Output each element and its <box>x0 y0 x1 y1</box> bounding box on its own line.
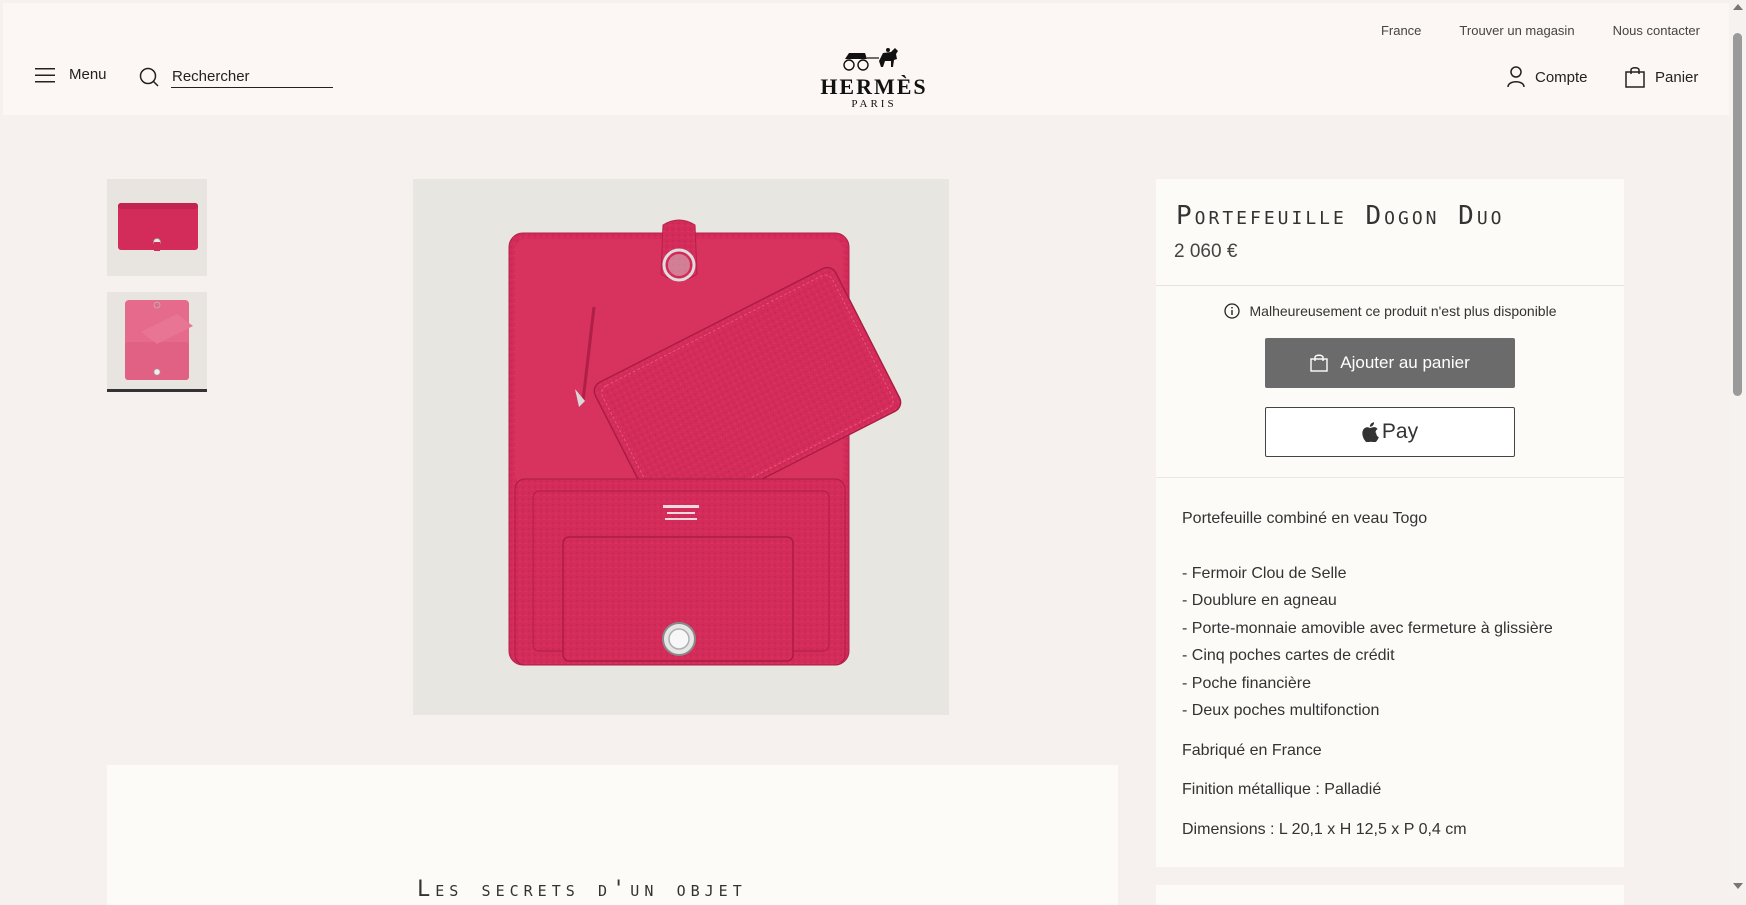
secondary-panel <box>1156 885 1624 905</box>
page-scrollbar[interactable] <box>1729 0 1746 895</box>
apple-pay-button[interactable]: Pay <box>1265 407 1515 457</box>
feature-item: - Doublure en agneau <box>1182 592 1337 609</box>
story-title: Les secrets d'un objet <box>417 877 747 902</box>
cart-label: Panier <box>1655 68 1699 86</box>
account-label: Compte <box>1535 68 1588 86</box>
wallet-open-thumbnail <box>125 300 193 380</box>
product-title: Portefeuille Dogon Duo <box>1176 201 1505 231</box>
apple-icon <box>1362 422 1379 442</box>
logo-city: PARIS <box>851 98 897 110</box>
feature-item: - Porte-monnaie amovible avec fermeture … <box>1182 619 1553 637</box>
availability-text: Malheureusement ce produit n'est plus di… <box>1249 303 1557 319</box>
search-box <box>139 66 333 88</box>
menu-button[interactable]: Menu <box>35 66 107 83</box>
country-link[interactable]: France <box>1381 23 1421 38</box>
scroll-down-arrow-icon[interactable] <box>1733 883 1743 889</box>
feature-item: - Poche financière <box>1182 674 1311 692</box>
feature-item: - Cinq poches cartes de crédit <box>1182 647 1395 664</box>
menu-label: Menu <box>69 66 107 83</box>
wallet-closed-thumbnail <box>118 203 198 251</box>
feature-item: - Fermoir Clou de Selle <box>1182 564 1347 582</box>
hermes-logo[interactable]: HERMÈS PARIS <box>819 47 929 110</box>
carriage-logo-icon <box>843 48 898 71</box>
made-in: Fabriqué en France <box>1182 741 1322 759</box>
main-product-image[interactable] <box>413 179 949 715</box>
product-price: 2 060 € <box>1174 241 1238 262</box>
info-icon <box>1223 303 1240 319</box>
dimensions: Dimensions : L 20,1 x H 12,5 x P 0,4 cm <box>1182 820 1467 838</box>
product-header: Portefeuille Dogon Duo 2 060 € <box>1156 179 1624 286</box>
contact-link[interactable]: Nous contacter <box>1613 23 1700 38</box>
scroll-up-arrow-icon[interactable] <box>1733 4 1743 10</box>
shopping-bag-icon <box>1625 67 1645 88</box>
search-icon[interactable] <box>139 67 159 87</box>
feature-item: - Deux poches multifonction <box>1182 702 1380 719</box>
hamburger-icon <box>35 67 55 82</box>
availability-notice: Malheureusement ce produit n'est plus di… <box>1156 303 1624 319</box>
account-button[interactable]: Compte <box>1507 66 1588 88</box>
store-locator-link[interactable]: Trouver un magasin <box>1459 23 1574 38</box>
shopping-bag-icon <box>1310 354 1328 372</box>
thumbnail-open[interactable] <box>107 292 207 392</box>
product-description: Portefeuille combiné en veau Togo - Ferm… <box>1182 505 1612 843</box>
scrollbar-thumb[interactable] <box>1733 33 1742 396</box>
user-icon <box>1507 66 1525 88</box>
add-to-cart-label: Ajouter au panier <box>1340 353 1470 372</box>
story-section: Les secrets d'un objet <box>107 765 1118 905</box>
product-info-panel: Portefeuille Dogon Duo 2 060 € Malheureu… <box>1156 179 1624 867</box>
description-intro: Portefeuille combiné en veau Togo <box>1182 510 1428 527</box>
add-to-cart-button[interactable]: Ajouter au panier <box>1265 338 1515 388</box>
metal-finish: Finition métallique : Palladié <box>1182 781 1382 798</box>
logo-name: HERMÈS <box>820 74 928 99</box>
top-links: France Trouver un magasin Nous contacter <box>1381 23 1700 38</box>
wallet-open-image <box>508 219 902 666</box>
apple-pay-label: Pay <box>1381 420 1419 443</box>
panel-divider <box>1156 477 1624 478</box>
thumbnail-closed[interactable] <box>107 179 207 276</box>
site-header: France Trouver un magasin Nous contacter… <box>3 3 1730 115</box>
search-input[interactable] <box>171 66 333 88</box>
cart-button[interactable]: Panier <box>1625 66 1698 88</box>
